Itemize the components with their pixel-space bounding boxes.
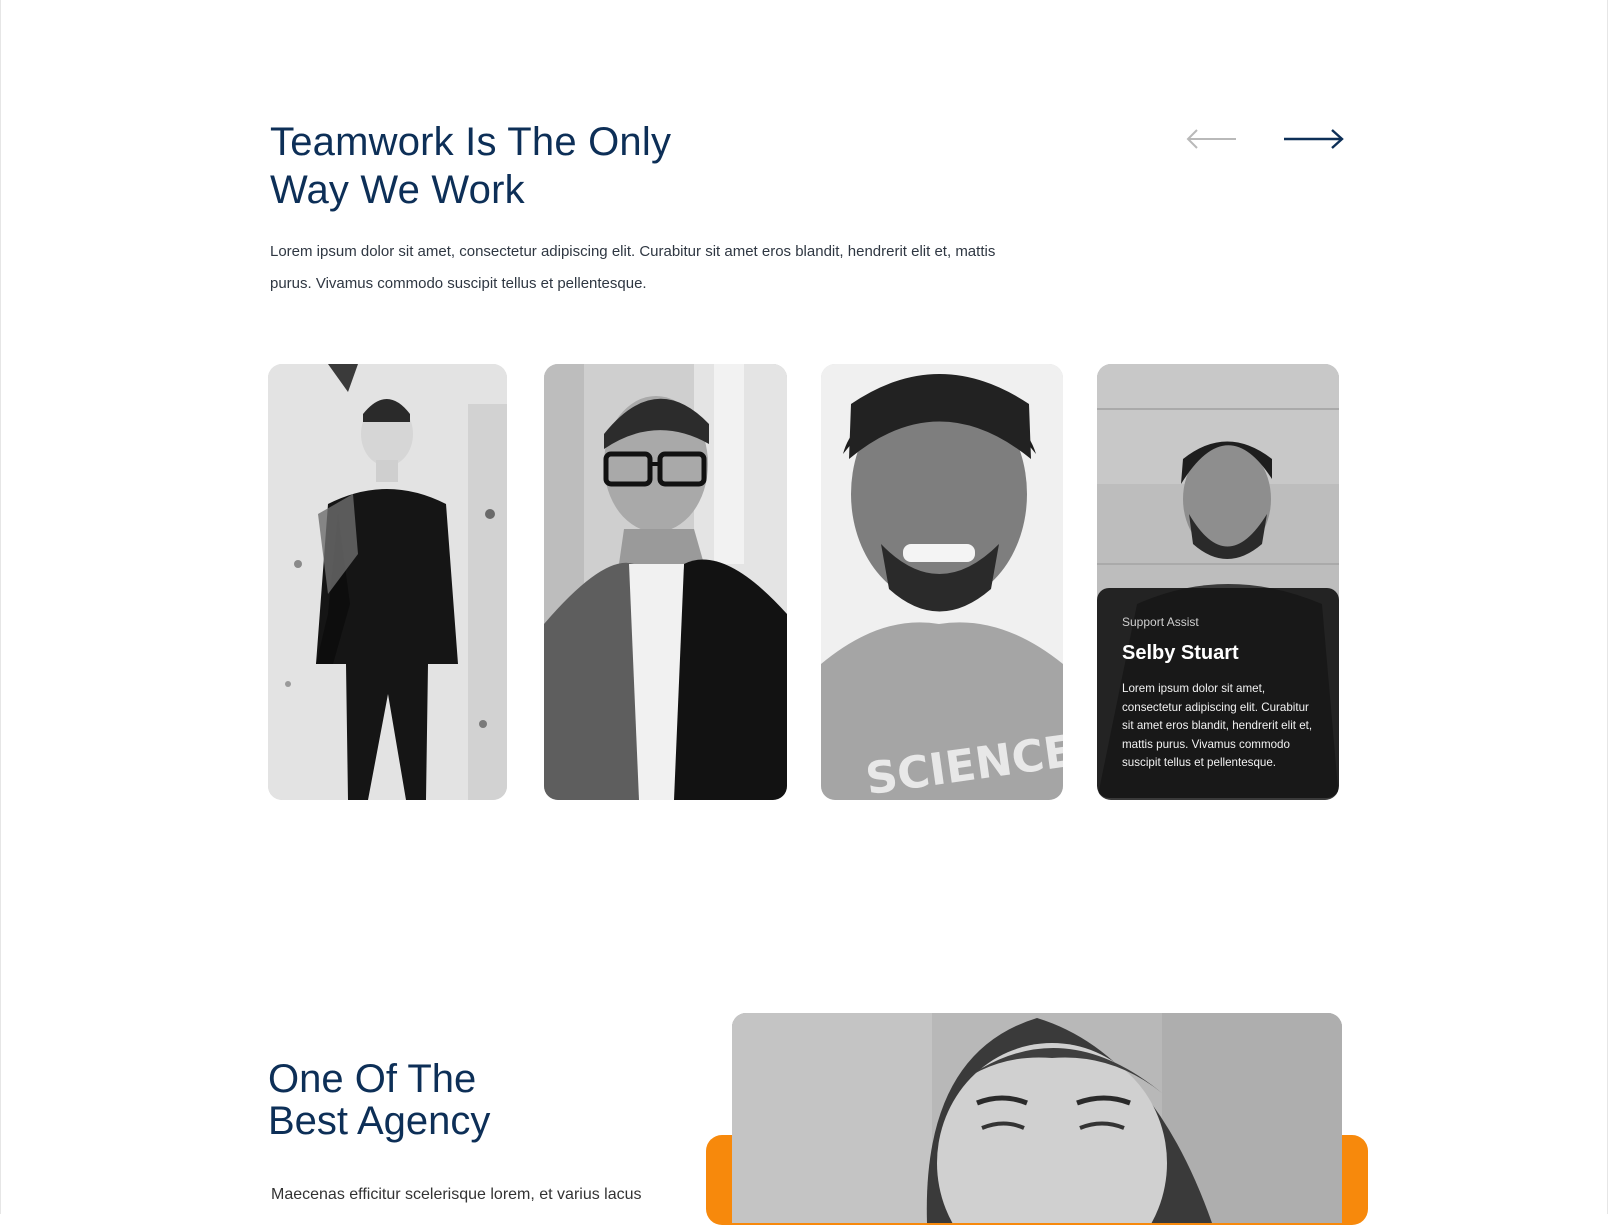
- carousel-next-button[interactable]: [1282, 124, 1344, 154]
- team-member-photo: SCIENCE: [821, 364, 1063, 800]
- team-title-line-2: Way We Work: [270, 168, 525, 212]
- team-member-card[interactable]: SCIENCE: [821, 364, 1063, 800]
- agency-title-line-1: One Of The: [268, 1057, 477, 1101]
- team-title-line-1: Teamwork Is The Only: [270, 120, 672, 164]
- member-info-overlay: Support Assist Selby Stuart Lorem ipsum …: [1097, 588, 1339, 798]
- team-member-card[interactable]: [544, 364, 787, 800]
- agency-title-line-2: Best Agency: [268, 1099, 491, 1143]
- team-member-card-active[interactable]: Support Assist Selby Stuart Lorem ipsum …: [1097, 364, 1339, 800]
- carousel-prev-button[interactable]: [1186, 124, 1238, 154]
- member-name: Selby Stuart: [1122, 642, 1239, 664]
- team-section-title: Teamwork Is The Only Way We Work: [270, 118, 790, 214]
- arrow-right-icon: [1284, 129, 1344, 149]
- agency-feature-photo: [732, 1013, 1342, 1223]
- woman-portrait-image: [732, 1013, 1342, 1223]
- team-section-description: Lorem ipsum dolor sit amet, consectetur …: [270, 243, 996, 292]
- team-member-photo: [544, 364, 787, 800]
- member-role: Support Assist: [1122, 615, 1199, 629]
- member-bio: Lorem ipsum dolor sit amet, consectetur …: [1122, 682, 1313, 769]
- page-edge-left: [0, 0, 1, 1214]
- agency-section-title: One Of The Best Agency: [268, 1058, 490, 1142]
- team-member-photo: [268, 364, 507, 800]
- agency-section-description: Maecenas efficitur scelerisque lorem, et…: [271, 1186, 642, 1203]
- team-member-card[interactable]: [268, 364, 507, 800]
- arrow-left-icon: [1186, 129, 1236, 149]
